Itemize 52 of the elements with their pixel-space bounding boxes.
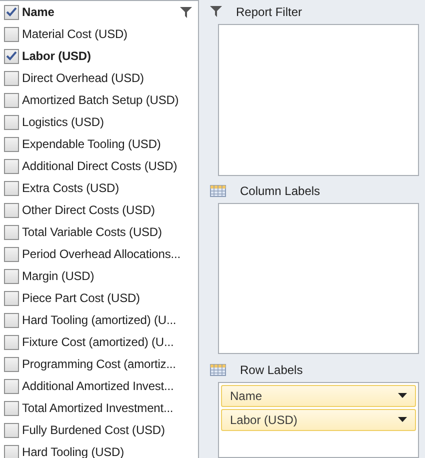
- field-label: Piece Part Cost (USD): [22, 291, 141, 305]
- field-label: Additional Direct Costs (USD): [22, 159, 178, 173]
- checkbox[interactable]: [4, 312, 19, 328]
- field-chip[interactable]: Labor (USD): [221, 408, 416, 431]
- field-label: Name: [22, 5, 56, 19]
- field-label: Labor (USD): [22, 49, 92, 63]
- checkbox[interactable]: [4, 4, 19, 20]
- field-label: Margin (USD): [22, 269, 96, 283]
- caret-icon: [398, 393, 407, 398]
- field-label: Period Overhead Allocations...: [22, 247, 182, 261]
- field-label: Direct Overhead (USD): [22, 71, 145, 85]
- field-label: Programming Cost (amortiz...: [22, 357, 177, 371]
- checkbox[interactable]: [4, 48, 19, 64]
- checkbox[interactable]: [4, 334, 19, 350]
- checkbox[interactable]: [4, 356, 19, 372]
- checkbox[interactable]: [4, 224, 19, 240]
- field-label: Fixture Cost (amortized) (U...: [22, 335, 175, 349]
- field-label: Logistics (USD): [22, 115, 105, 129]
- checkbox[interactable]: [4, 422, 19, 438]
- checkbox[interactable]: [4, 114, 19, 130]
- table-icon: [210, 364, 226, 376]
- field-label: Extra Costs (USD): [22, 181, 120, 195]
- checkbox[interactable]: [4, 290, 19, 306]
- area-title: Report Filter: [236, 4, 302, 19]
- checkbox[interactable]: [4, 26, 19, 42]
- table-icon: [210, 185, 226, 198]
- checkbox[interactable]: [4, 180, 19, 196]
- area-title: Row Labels: [240, 362, 303, 377]
- checkbox[interactable]: [4, 268, 19, 284]
- checkbox[interactable]: [4, 92, 19, 108]
- checkbox[interactable]: [4, 136, 19, 152]
- checkbox[interactable]: [4, 400, 19, 416]
- checkbox[interactable]: [4, 378, 19, 394]
- checkbox[interactable]: [4, 70, 19, 86]
- field-label: Material Cost (USD): [22, 27, 128, 41]
- checkbox[interactable]: [4, 246, 19, 262]
- checkbox[interactable]: [4, 444, 19, 458]
- area-title: Column Labels: [240, 184, 320, 198]
- caret-icon: [398, 417, 407, 422]
- field-label: Total Variable Costs (USD): [22, 225, 163, 239]
- field-label: Total Amortized Investment...: [22, 401, 174, 415]
- filter-icon: [180, 6, 192, 18]
- field-label: Expendable Tooling (USD): [22, 137, 162, 151]
- field-label: Other Direct Costs (USD): [22, 203, 156, 217]
- field-label: Amortized Batch Setup (USD): [22, 93, 180, 107]
- filter-icon: [210, 6, 222, 18]
- field-label: Additional Amortized Invest...: [22, 379, 175, 393]
- field-label: Fully Burdened Cost (USD): [22, 423, 166, 437]
- checkbox[interactable]: [4, 202, 19, 218]
- checkbox[interactable]: [4, 158, 19, 174]
- field-chip[interactable]: Name: [221, 384, 416, 407]
- field-label: Hard Tooling (amortized) (U...: [22, 313, 178, 327]
